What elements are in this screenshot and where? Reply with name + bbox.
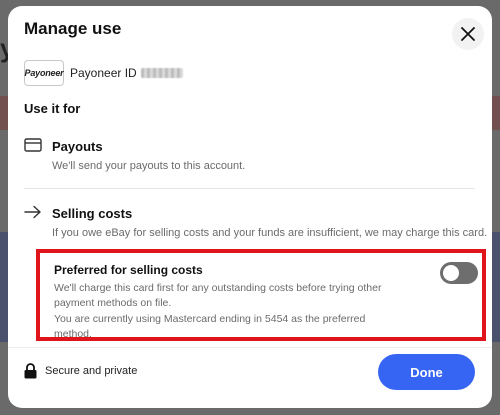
preferred-title: Preferred for selling costs (54, 263, 203, 277)
card-icon (24, 138, 42, 152)
account-id-redacted (140, 68, 183, 78)
selling-costs-title: Selling costs (52, 206, 133, 221)
selling-costs-description: If you owe eBay for selling costs and yo… (52, 227, 488, 239)
preferred-description: We'll charge this card first for any out… (54, 282, 382, 309)
preferred-toggle[interactable] (440, 262, 478, 284)
footer-divider (8, 347, 492, 348)
arrow-right-icon (24, 205, 41, 219)
payouts-title: Payouts (52, 139, 103, 154)
secure-label: Secure and private (45, 365, 138, 377)
payoneer-logo: Payoneer (24, 60, 64, 86)
lock-icon (24, 363, 37, 379)
dialog-title: Manage use (24, 19, 122, 38)
payouts-description: We'll send your payouts to this account. (52, 160, 246, 172)
preferred-current-note: You are currently using Mastercard endin… (54, 313, 366, 340)
account-row: Payoneer Payoneer ID (24, 60, 183, 86)
use-section-heading: Use it for (24, 101, 81, 116)
secure-row: Secure and private (24, 363, 137, 379)
close-icon (461, 27, 475, 41)
toggle-knob (443, 265, 459, 281)
account-id-label: Payoneer ID (70, 66, 137, 80)
manage-use-dialog: Manage use Payoneer Payoneer ID Use it f… (8, 6, 492, 408)
close-button[interactable] (452, 18, 484, 50)
preferred-selling-costs-panel: Preferred for selling costs We'll charge… (36, 249, 486, 341)
section-divider (24, 188, 475, 189)
payoneer-logo-text: Payoneer (24, 68, 64, 78)
done-button[interactable]: Done (378, 354, 475, 390)
